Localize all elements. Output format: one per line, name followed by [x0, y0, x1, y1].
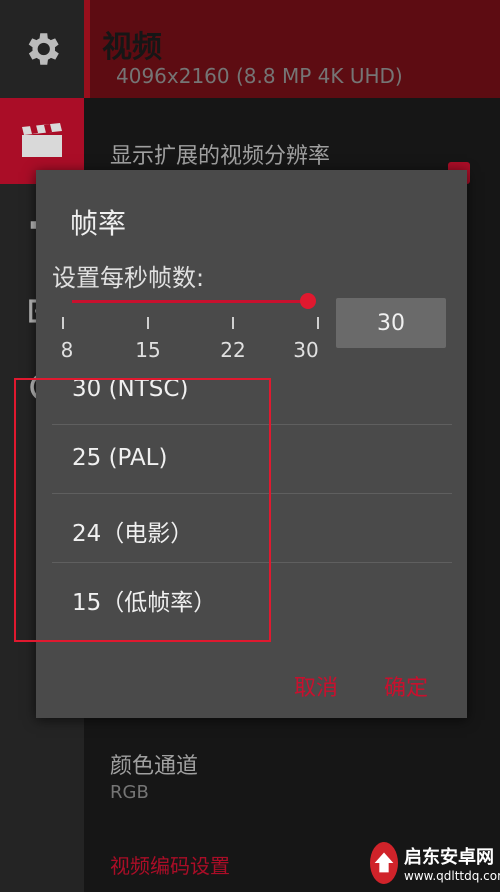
slider-tick: [317, 317, 319, 329]
watermark-url: www.qdlttdq.com: [404, 869, 500, 883]
watermark-title: 启东安卓网: [404, 847, 494, 868]
dialog-subtitle: 设置每秒帧数:: [52, 264, 205, 292]
ok-button[interactable]: 确定: [384, 670, 428, 702]
framerate-slider-thumb[interactable]: [300, 293, 316, 309]
annotation-highlight-box: [14, 378, 271, 642]
framerate-slider-track[interactable]: [72, 300, 308, 303]
dialog-title: 帧率: [70, 207, 127, 240]
slider-tick: [147, 317, 149, 329]
watermark: 启东安卓网 www.qdlttdq.com: [370, 834, 500, 892]
framerate-value-input[interactable]: 30: [336, 298, 446, 348]
cancel-button[interactable]: 取消: [294, 670, 338, 702]
watermark-logo-icon: [370, 842, 398, 884]
slider-tick: [232, 317, 234, 329]
slider-tick: [62, 317, 64, 329]
